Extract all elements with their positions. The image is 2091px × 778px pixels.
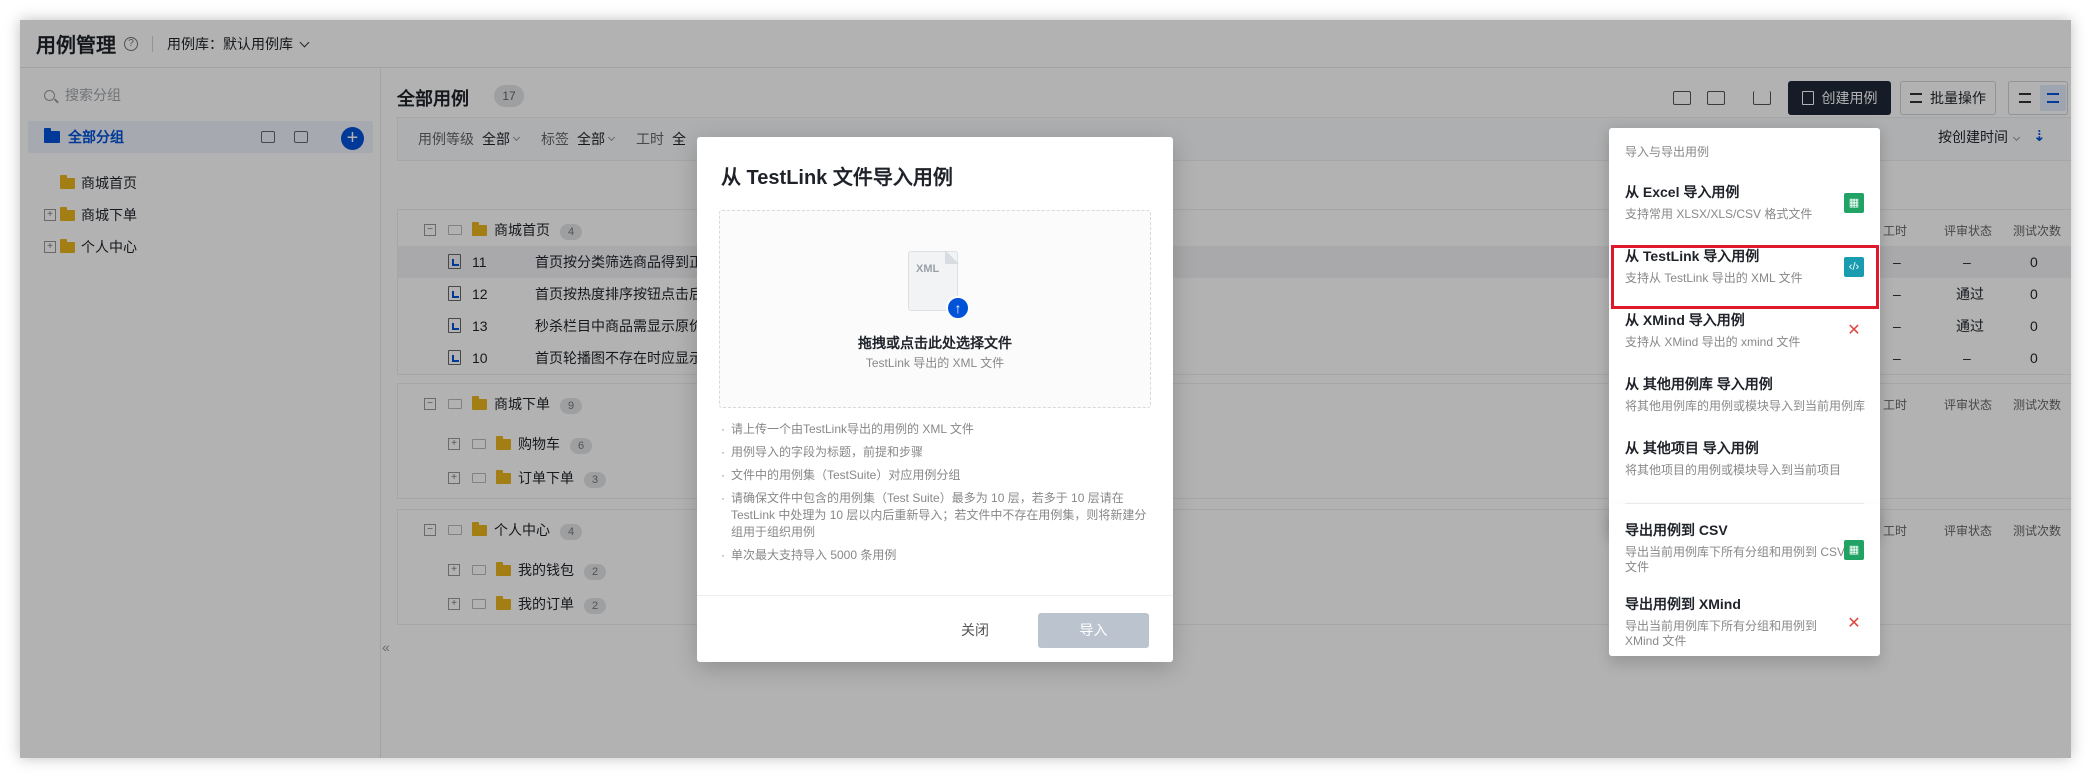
menu-item-desc: 将其他用例库的用例或模块导入到当前用例库 [1625,399,1866,413]
menu-item-desc: 支持常用 XLSX/XLS/CSV 格式文件 [1625,207,1813,221]
xmind-red-icon: ✕ [1847,615,1861,632]
menu-header: 导入与导出用例 [1625,145,1710,159]
menu-item-import-excel[interactable]: 从 Excel 导入用例 支持常用 XLSX/XLS/CSV 格式文件 ▦ [1609,172,1880,230]
menu-item-desc: 支持从 XMind 导出的 xmind 文件 [1625,335,1801,349]
menu-item-import-other-project[interactable]: 从 其他项目 导入用例 将其他项目的用例或模块导入到当前项目 [1609,428,1880,486]
app-window: 用例管理 ? 用例库：默认用例库 全部分组 + 商城首页 + 商城下单 + [20,20,2071,758]
menu-item-title: 导出用例到 CSV [1625,522,1728,538]
annotation-highlight-box [1611,245,1879,309]
dropzone-subtitle: TestLink 导出的 XML 文件 [865,356,1005,370]
menu-item-title: 从 Excel 导入用例 [1625,184,1740,200]
xml-file-icon: XML ↑ [908,250,970,320]
note-item: · 文件中的用例集（TestSuite）对应用例分组 [721,468,961,482]
menu-item-desc: 导出当前用例库下所有分组和用例到 CSV 文件 [1625,545,1846,574]
menu-item-desc: 将其他项目的用例或模块导入到当前项目 [1625,463,1842,477]
dropzone-title: 拖拽或点击此处选择文件 [858,335,1012,351]
import-export-menu: 导入与导出用例 从 Excel 导入用例 支持常用 XLSX/XLS/CSV 格… [1609,128,1880,536]
menu-item-import-other-library[interactable]: 从 其他用例库 导入用例 将其他用例库的用例或模块导入到当前用例库 [1609,364,1880,422]
sheet-green-icon: ▦ [1844,193,1864,213]
menu-item-export-csv[interactable]: 导出用例到 CSV 导出当前用例库下所有分组和用例到 CSV 文件 ▦ [1609,510,1880,580]
note-item: · 单次最大支持导入 5000 条用例 [721,548,897,562]
menu-item-title: 从 其他项目 导入用例 [1625,440,1759,456]
dialog-footer-divider [697,595,1173,596]
menu-item-title: 从 XMind 导入用例 [1625,312,1745,328]
file-dropzone[interactable]: XML ↑ 拖拽或点击此处选择文件 TestLink 导出的 XML 文件 [719,210,1151,408]
upload-arrow-icon: ↑ [946,296,970,320]
menu-item-title: 从 其他用例库 导入用例 [1625,376,1773,392]
import-notes: · 请上传一个由TestLink导出的用例的 XML 文件 · 用例导入的字段为标题… [721,421,1153,570]
menu-item-export-xmind[interactable]: 导出用例到 XMind 导出当前用例库下所有分组和用例到 XMind 文件 ✕ [1609,584,1880,654]
note-item: · 请上传一个由TestLink导出的用例的 XML 文件 [721,422,974,436]
menu-item-title: 导出用例到 XMind [1625,596,1741,612]
menu-item-desc: 导出当前用例库下所有分组和用例到 XMind 文件 [1625,619,1818,648]
sheet-green-icon: ▦ [1844,540,1864,560]
note-item: · 用例导入的字段为标题，前提和步骤 [721,445,924,459]
close-button[interactable]: 关闭 [945,613,1005,647]
file-type-label: XML [916,263,940,275]
import-testlink-dialog: 从 TestLink 文件导入用例 XML ↑ 拖拽或点击此处选择文件 Test… [697,137,1173,662]
import-export-menu-export: 导出用例到 CSV 导出当前用例库下所有分组和用例到 CSV 文件 ▦ 导出用例… [1609,504,1880,656]
note-item: · 请确保文件中包含的用例集（Test Suite）最多为 10 层，若多于 10… [721,491,1147,539]
dialog-title: 从 TestLink 文件导入用例 [721,167,953,189]
import-button[interactable]: 导入 [1038,613,1149,648]
xmind-red-icon: ✕ [1847,322,1861,339]
